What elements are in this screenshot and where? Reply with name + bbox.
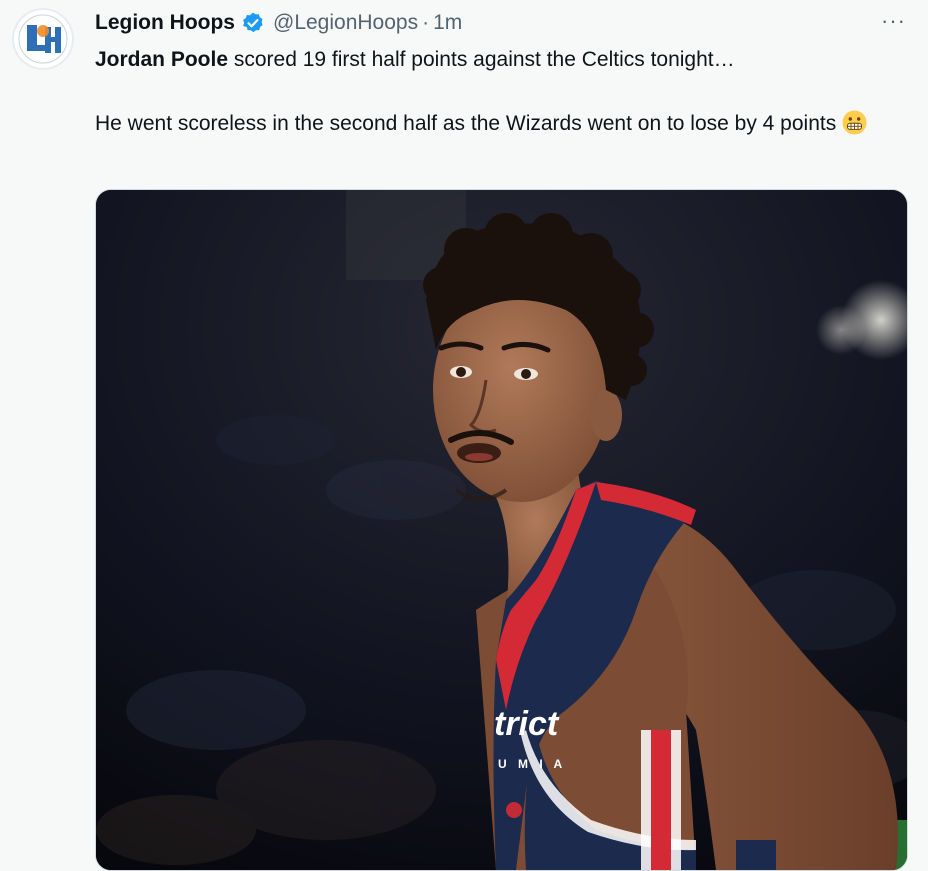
user-handle[interactable]: @LegionHoops <box>273 11 418 35</box>
jersey-subtext: U M I A <box>498 757 566 771</box>
timestamp[interactable]: 1m <box>433 11 462 35</box>
display-name[interactable]: Legion Hoops <box>95 11 235 35</box>
player-photo: trict U M I A <box>96 190 907 870</box>
more-options-icon[interactable]: ··· <box>881 8 906 34</box>
tweet-line-1: scored 19 first half points against the … <box>228 48 735 71</box>
mention-name: Jordan Poole <box>95 48 229 71</box>
header-separator: · <box>422 11 430 34</box>
tweet-paragraph-1: Jordan Poole scored 19 first half points… <box>95 44 895 76</box>
verified-badge-icon <box>241 11 265 35</box>
tweet-text: Jordan Poole scored 19 first half points… <box>95 44 895 140</box>
jersey-text: trict <box>494 705 560 743</box>
tweet-paragraph-2: He went scoreless in the second half as … <box>95 108 895 140</box>
avatar[interactable] <box>12 8 74 70</box>
grimacing-face-emoji-icon <box>842 110 867 135</box>
tweet-line-2: He went scoreless in the second half as … <box>95 112 837 135</box>
tweet-media-photo[interactable]: trict U M I A <box>95 189 908 871</box>
legion-hoops-logo <box>18 14 68 64</box>
tweet-header: Legion Hoops @LegionHoops · 1m <box>95 9 462 37</box>
